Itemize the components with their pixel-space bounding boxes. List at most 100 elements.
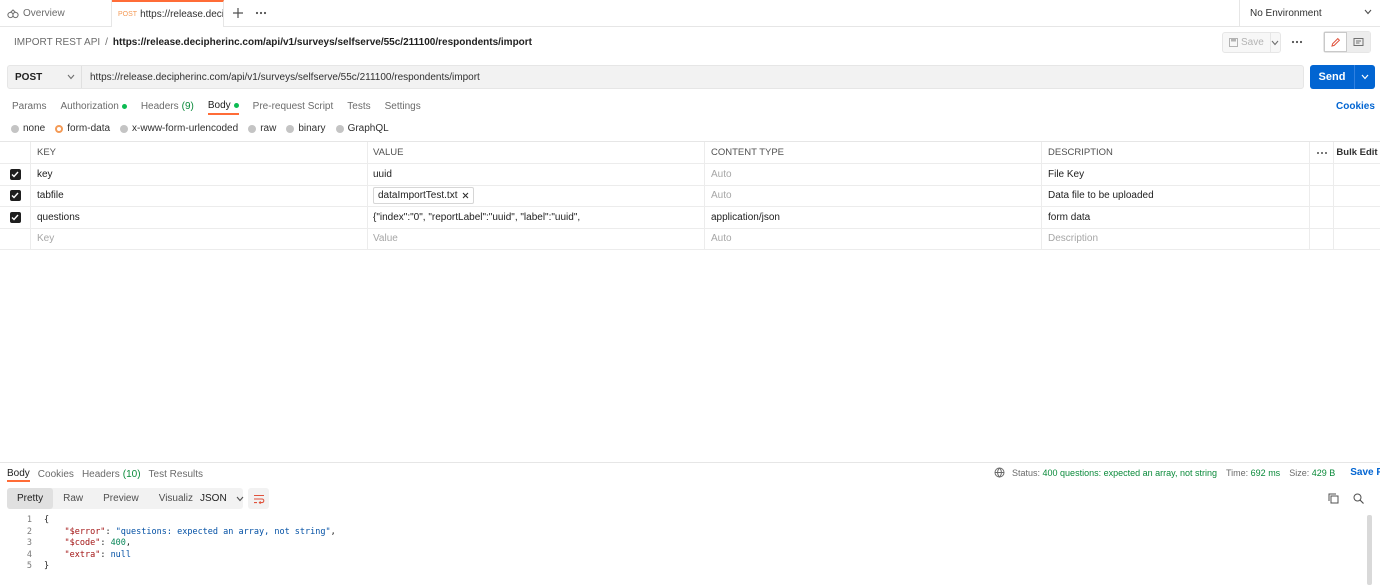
search-icon[interactable]: [1353, 493, 1364, 504]
radio-label: GraphQL: [347, 123, 389, 134]
tab-overview[interactable]: Overview: [0, 0, 112, 27]
radio-circle-icon: [286, 124, 295, 133]
view-mode-preview[interactable]: Preview: [93, 488, 149, 509]
new-description-input[interactable]: Description: [1042, 228, 1310, 249]
radio-circle-icon: [11, 124, 19, 133]
table-more-icon[interactable]: [1310, 142, 1334, 163]
time-value[interactable]: 692 ms: [1251, 468, 1281, 478]
bulk-edit-button[interactable]: Bulk Edit: [1334, 142, 1380, 163]
wrap-lines-button[interactable]: [248, 488, 269, 509]
size-value[interactable]: 429 B: [1312, 468, 1336, 478]
request-more-icon[interactable]: [1290, 37, 1304, 47]
response-view-modes: Pretty Raw Preview Visualize: [7, 488, 209, 509]
status-dot-icon: [233, 103, 239, 108]
send-dropdown[interactable]: [1355, 74, 1375, 80]
radio-x-www-form-urlencoded[interactable]: x-www-form-urlencoded: [120, 123, 238, 134]
row-content-type[interactable]: Auto: [705, 185, 1042, 206]
checkbox[interactable]: [9, 168, 21, 180]
tab-settings[interactable]: Settings: [385, 98, 421, 115]
tab-title: https://release.decipher: [140, 9, 224, 20]
request-tab-label: Tests: [347, 101, 371, 112]
code-line: 4 "extra": null: [0, 550, 1366, 562]
tab-body[interactable]: Body: [207, 98, 239, 115]
tab-headers[interactable]: Headers (9): [141, 98, 194, 115]
row-value[interactable]: uuid: [368, 164, 705, 185]
url-input[interactable]: https://release.decipherinc.com/api/v1/s…: [82, 72, 480, 83]
save-response-button[interactable]: Save Response: [1350, 467, 1380, 478]
radio-circle-icon: [120, 124, 129, 133]
copy-icon[interactable]: [1328, 493, 1339, 504]
new-key-input[interactable]: Key: [31, 228, 368, 249]
comments-mode-button[interactable]: [1347, 32, 1370, 52]
radio-graphql[interactable]: GraphQL: [335, 123, 389, 134]
radio-label: binary: [298, 123, 326, 134]
globe-icon: [994, 467, 1005, 478]
response-tab-label: Cookies: [37, 468, 74, 480]
line-number: 2: [26, 526, 32, 537]
radio-binary[interactable]: binary: [286, 123, 326, 134]
radio-label: x-www-form-urlencoded: [132, 123, 239, 134]
method-select[interactable]: POST: [8, 66, 82, 88]
table-row: questions {"index":"0", "reportLabel":"uu…: [0, 207, 1380, 229]
breadcrumb-separator: /: [105, 37, 108, 48]
save-button[interactable]: Save: [1223, 33, 1271, 52]
row-key[interactable]: key: [31, 164, 368, 185]
response-tab-cookies[interactable]: Cookies: [38, 466, 74, 482]
row-description[interactable]: form data: [1042, 207, 1310, 228]
response-scrollbar[interactable]: [1367, 515, 1372, 585]
code-text: "$error": "questions: expected an array,…: [64, 526, 336, 537]
status-value[interactable]: 400 questions: expected an array, not st…: [1043, 468, 1217, 478]
send-button[interactable]: Send: [1310, 65, 1355, 89]
request-tab-count: (9): [181, 101, 194, 112]
breadcrumb-request[interactable]: https://release.decipherinc.com/api/v1/s…: [113, 37, 532, 48]
tab-params[interactable]: Params: [12, 98, 46, 115]
row-content-type[interactable]: application/json: [705, 207, 1042, 228]
new-tab-plus-icon[interactable]: [231, 6, 245, 20]
pencil-icon: [1330, 37, 1341, 48]
header-value: VALUE: [368, 142, 705, 163]
request-tab-label: Authorization: [60, 101, 119, 112]
tab-authorization[interactable]: Authorization: [60, 98, 127, 115]
file-chip[interactable]: dataImportTest.txt: [373, 187, 475, 205]
row-description[interactable]: Data file to be uploaded: [1042, 185, 1310, 206]
tab-method: POST: [118, 11, 138, 18]
chevron-down-icon: [67, 74, 75, 80]
new-value-input[interactable]: Value: [368, 228, 705, 249]
row-key[interactable]: tabfile: [31, 185, 368, 206]
radio-none[interactable]: none: [11, 123, 45, 134]
checkbox[interactable]: [9, 211, 21, 223]
view-mode-pretty[interactable]: Pretty: [7, 488, 54, 509]
close-icon[interactable]: [462, 192, 469, 199]
format-select[interactable]: JSON: [193, 488, 244, 509]
response-tab-headers[interactable]: Headers (10): [82, 466, 141, 482]
tab-request-active[interactable]: POST https://release.decipher: [112, 0, 224, 27]
radio-raw[interactable]: raw: [248, 123, 276, 134]
row-description[interactable]: File Key: [1042, 164, 1310, 185]
response-tab-body[interactable]: Body: [7, 466, 30, 482]
row-value[interactable]: {"index":"0", "reportLabel":"uuid", "lab…: [368, 207, 705, 228]
radio-form-data[interactable]: form-data: [55, 123, 110, 134]
cookies-link[interactable]: Cookies: [1336, 101, 1375, 112]
format-value: JSON: [200, 493, 227, 504]
breadcrumb: IMPORT REST API / https://release.deciph…: [14, 37, 532, 48]
table-header: KEY VALUE CONTENT TYPE DESCRIPTION Bulk …: [0, 142, 1380, 164]
row-content-type[interactable]: Auto: [705, 164, 1042, 185]
response-body-editor[interactable]: 1{2 "$error": "questions: expected an ar…: [0, 515, 1366, 573]
response-divider[interactable]: [0, 462, 1380, 463]
response-tab-test-results[interactable]: Test Results: [149, 466, 203, 482]
view-mode-raw[interactable]: Raw: [53, 488, 93, 509]
save-label: Save: [1241, 37, 1264, 48]
checkbox[interactable]: [9, 190, 21, 202]
tab-more-icon[interactable]: [254, 6, 268, 20]
environment-selector[interactable]: No Environment: [1239, 0, 1380, 27]
row-key[interactable]: questions: [31, 207, 368, 228]
table-row: key uuid Auto File Key: [0, 164, 1380, 186]
tab-pre-request-script[interactable]: Pre-request Script: [253, 98, 334, 115]
save-dropdown[interactable]: [1271, 40, 1280, 46]
edit-mode-button[interactable]: [1324, 32, 1348, 52]
response-tab-label: Test Results: [148, 468, 204, 480]
breadcrumb-collection[interactable]: IMPORT REST API: [14, 37, 100, 48]
new-content-type-input[interactable]: Auto: [705, 228, 1042, 249]
tab-tests[interactable]: Tests: [347, 98, 370, 115]
row-value[interactable]: dataImportTest.txt: [368, 185, 705, 206]
